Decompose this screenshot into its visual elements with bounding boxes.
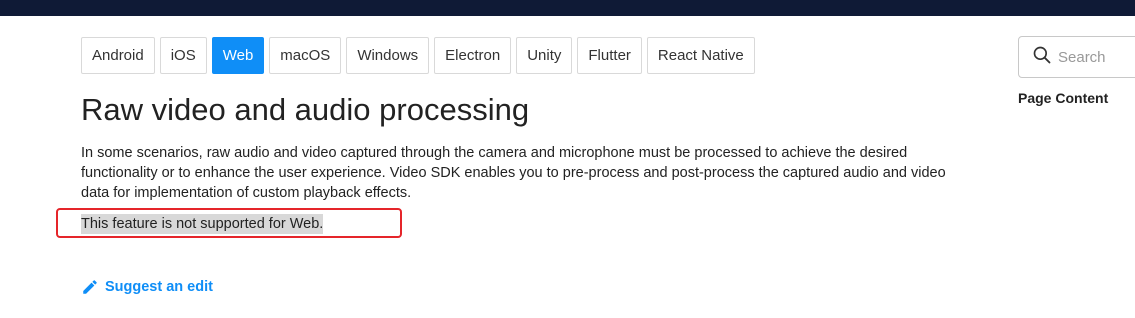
platform-tabs: Android iOS Web macOS Windows Electron U…: [81, 37, 755, 74]
tab-unity[interactable]: Unity: [516, 37, 573, 74]
tab-flutter[interactable]: Flutter: [577, 37, 642, 74]
tab-web[interactable]: Web: [211, 37, 265, 74]
search-icon: [1032, 45, 1052, 70]
search-input[interactable]: [1058, 48, 1135, 66]
unsupported-notice: This feature is not supported for Web.: [81, 214, 324, 234]
tab-electron[interactable]: Electron: [434, 37, 512, 74]
suggest-edit-link[interactable]: Suggest an edit: [81, 278, 213, 296]
page-content-heading: Page Content: [1018, 90, 1109, 106]
search-box[interactable]: [1018, 36, 1135, 78]
page-title: Raw video and audio processing: [81, 92, 530, 127]
tab-ios[interactable]: iOS: [159, 37, 207, 74]
pencil-icon: [81, 278, 99, 296]
tab-macos[interactable]: macOS: [269, 37, 342, 74]
tab-android[interactable]: Android: [81, 37, 155, 74]
tab-react-native[interactable]: React Native: [646, 37, 755, 74]
intro-paragraph: In some scenarios, raw audio and video c…: [81, 145, 946, 201]
top-navigation-bar: [0, 0, 1135, 16]
tab-windows[interactable]: Windows: [346, 37, 430, 74]
suggest-edit-label: Suggest an edit: [105, 279, 213, 295]
